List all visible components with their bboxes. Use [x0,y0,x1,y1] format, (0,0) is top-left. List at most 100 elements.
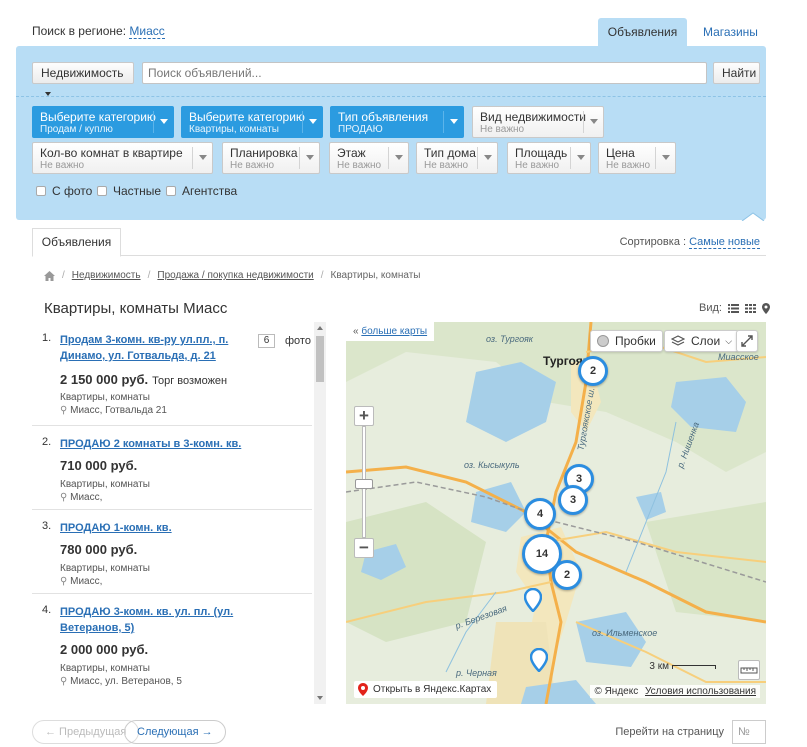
view-label: Вид: [699,302,722,314]
map-scale: 3 км [649,661,716,672]
map-copyright: © Яндекс Условия использования [590,685,760,698]
photo-badge[interactable]: 6 фото [258,334,311,348]
item-title-link[interactable]: ПРОДАЮ 1-комн. кв. [60,520,260,536]
map-cluster[interactable]: 3 [558,485,588,515]
filter-rooms[interactable]: Кол-во комнат в квартире Не важно [32,142,213,174]
breadcrumb-link[interactable]: Недвижимость [72,270,141,281]
list-view-icon[interactable] [727,303,739,313]
map-label: оз. Тургояк [486,334,533,344]
checkbox-box[interactable] [166,186,176,196]
tab-ads-top[interactable]: Объявления [598,18,687,46]
checkbox-with-photo[interactable]: С фото [36,184,92,198]
map-marker-icon[interactable] [524,588,542,612]
filter-value: Квартиры, комнаты [189,124,279,135]
region-selector: Поиск в регионе: Миасс [32,24,165,39]
grid-view-icon[interactable] [744,303,756,313]
filter-price[interactable]: Цена Не важно [598,142,676,174]
search-input[interactable]: Поиск объявлений... [142,62,707,84]
item-category: Квартиры, комнаты [60,663,150,674]
filter-house-type[interactable]: Тип дома Не важно [416,142,498,174]
zoom-control: + − [354,406,374,558]
pagination: ← Предыдущая Следующая → Перейти на стра… [32,720,766,744]
map-view-icon[interactable] [761,302,770,314]
breadcrumb-link[interactable]: Продажа / покупка недвижимости [157,270,313,281]
panel-divider [16,96,766,97]
filter-category-1[interactable]: Выберите категорию Продам / куплю [32,106,174,138]
goto-page: Перейти на страницу № [615,720,766,744]
terms-link[interactable]: Условия использования [645,686,756,697]
traffic-label: Пробки [615,334,656,348]
checkbox-box[interactable] [97,186,107,196]
fullscreen-button[interactable] [736,330,758,352]
zoom-slider-thumb[interactable] [355,479,373,489]
filter-title: Планировка [230,146,298,160]
dropdown-arrow-icon [302,111,322,133]
ruler-icon [740,667,758,674]
item-price: 780 000 руб. [60,542,137,557]
dropdown-arrow-icon [299,147,319,169]
map[interactable]: оз. Тургояк оз. Большое Миасское оз. Кыс… [346,322,766,704]
checkbox-agencies[interactable]: Агентства [166,184,237,198]
filter-value: Не важно [230,160,275,171]
filter-ad-type[interactable]: Тип объявления ПРОДАЮ [330,106,464,138]
more-map-link[interactable]: больше карты [361,326,427,337]
zoom-track[interactable] [355,426,373,538]
filter-title: Цена [606,146,635,160]
item-price: 710 000 руб. [60,458,137,473]
layers-label: Слои [691,334,721,348]
tab-shops[interactable]: Магазины [687,18,772,46]
home-icon[interactable] [44,270,55,281]
collapse-chevron-icon[interactable] [740,211,766,221]
open-in-yandex-link[interactable]: Открыть в Яндекс.Картах [354,681,498,698]
filter-floor[interactable]: Этаж Не важно [329,142,409,174]
top-bar: Поиск в регионе: Миасс Объявления Магази… [0,0,807,46]
ruler-button[interactable] [738,660,760,680]
next-page-button[interactable]: Следующая → [124,720,226,744]
filter-layout[interactable]: Планировка Не важно [222,142,320,174]
list-item: 3. ПРОДАЮ 1-комн. кв. 780 000 руб. Кварт… [32,510,312,594]
filter-category-2[interactable]: Выберите категорию Квартиры, комнаты [181,106,323,138]
filter-value: Продам / куплю [40,124,113,135]
checkbox-box[interactable] [36,186,46,196]
filter-property-type[interactable]: Вид недвижимости Не важно [472,106,604,138]
open-yandex-label: Открыть в Яндекс.Картах [373,684,492,695]
map-cluster[interactable]: 2 [552,560,582,590]
zoom-in-button[interactable]: + [354,406,374,426]
location-pin-icon: ⚲ [60,492,68,503]
map-cluster[interactable]: 2 [578,356,608,386]
map-marker-icon[interactable] [530,648,548,672]
item-title-link[interactable]: ПРОДАЮ 2 комнаты в 3-комн. кв. [60,436,300,452]
category-dropdown-button[interactable]: Недвижимость [32,62,134,96]
photo-count: 6 [258,334,275,348]
results-tab-row: Объявления Сортировка : Самые новые [32,228,766,257]
scroll-up-icon[interactable] [317,326,323,330]
checkbox-label: С фото [52,184,93,198]
zoom-out-button[interactable]: − [354,538,374,558]
item-price: 2 150 000 руб. Торг возможен [60,372,227,387]
goto-placeholder: № [738,726,750,738]
search-submit-button[interactable]: Найти [713,62,760,84]
tab-ads[interactable]: Объявления [32,228,121,257]
region-link[interactable]: Миасс [129,24,165,39]
address-text: Миасс, [70,492,103,503]
filter-title: Этаж [337,146,366,160]
map-background [346,322,766,704]
filter-title: Тип дома [424,146,476,160]
item-title-link[interactable]: ПРОДАЮ 3-комн. кв. ул. пл. (ул. Ветерано… [60,604,250,636]
layers-button[interactable]: Слои ⌵ [664,330,740,352]
address-text: Миасс, [70,576,103,587]
traffic-button[interactable]: Пробки [590,330,663,352]
filter-area[interactable]: Площадь Не важно [507,142,591,174]
goto-page-input[interactable]: № [732,720,766,744]
layers-icon [671,335,685,346]
scroll-down-icon[interactable] [317,696,323,700]
address-text: Миасс, Готвальда 21 [70,405,167,416]
map-label: оз. Ильменское [592,628,658,638]
list-scrollbar[interactable] [314,322,326,704]
checkbox-private[interactable]: Частные [97,184,161,198]
scroll-thumb[interactable] [316,336,324,382]
map-cluster[interactable]: 4 [524,498,556,530]
item-title-link[interactable]: Продам 3-комн. кв-ру ул.пл., п. Динамо, … [60,332,260,364]
checkbox-label: Частные [113,184,162,198]
sort-link[interactable]: Самые новые [689,236,760,249]
